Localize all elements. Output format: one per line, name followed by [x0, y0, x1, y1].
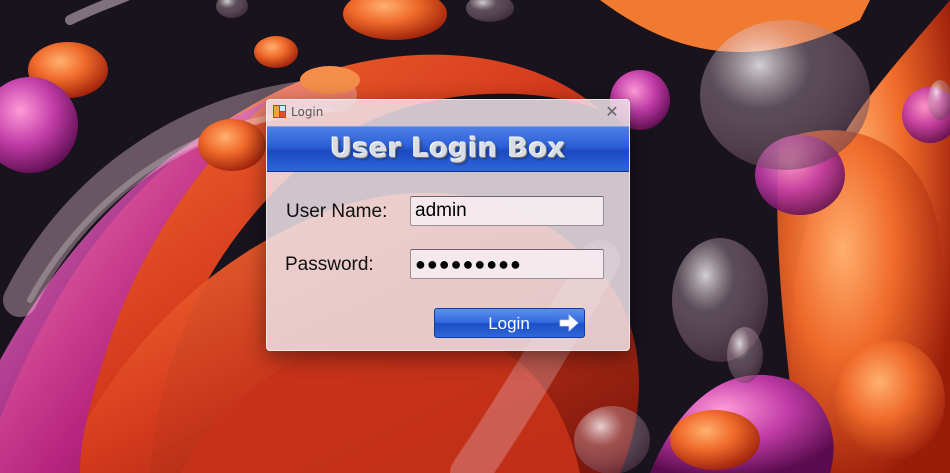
password-input[interactable]	[410, 249, 604, 279]
header-banner: User Login Box	[267, 126, 629, 172]
banner-title: User Login Box	[330, 133, 566, 164]
close-icon: ✕	[605, 102, 619, 121]
desktop: Login ✕ User Login Box User Name: Passwo…	[0, 0, 950, 473]
username-input[interactable]	[410, 196, 604, 226]
password-label: Password:	[285, 254, 374, 275]
close-button[interactable]: ✕	[601, 102, 623, 122]
window-title: Login	[291, 105, 324, 119]
login-dialog: Login ✕ User Login Box User Name: Passwo…	[266, 99, 630, 351]
username-label: User Name:	[286, 201, 388, 222]
arrow-right-icon	[559, 314, 579, 332]
title-bar[interactable]: Login ✕	[267, 100, 629, 124]
java-app-icon	[273, 105, 286, 118]
login-button[interactable]: Login	[434, 308, 585, 338]
